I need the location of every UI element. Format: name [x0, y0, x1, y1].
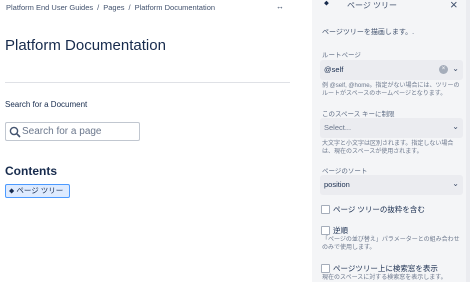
root-page-help: 例 @self, @home。指定がない場合には、ツリーのルートがスペースのホー…	[322, 83, 460, 97]
space-key-label: このスペース キーに制限	[322, 111, 395, 118]
search-box-label: ページツリー上に検索窓を表示	[333, 264, 438, 273]
clear-icon[interactable]: ×	[439, 65, 448, 74]
macro-icon: ⬥	[9, 186, 15, 195]
close-icon[interactable]: ×	[450, 0, 458, 12]
contents-heading: Contents	[5, 164, 57, 178]
sort-label: ページのソート	[322, 168, 368, 175]
search-section-label: Search for a Document	[5, 100, 88, 109]
root-page-select[interactable]: @self × ⌄	[320, 60, 463, 80]
reverse-checkbox[interactable]	[321, 226, 330, 235]
search-icon	[9, 126, 21, 138]
macro-label: ページ ツリー	[16, 186, 64, 195]
root-page-value: @self	[324, 65, 344, 74]
expand-width-icon[interactable]: ↔	[276, 2, 284, 11]
page-title[interactable]: Platform Documentation	[5, 37, 166, 54]
page-tree-macro[interactable]: ⬥ ページ ツリー	[5, 184, 70, 198]
breadcrumb-item-page[interactable]: Platform Documentation	[135, 3, 215, 12]
macro-icon: ⬥	[324, 0, 329, 7]
search-box-help: 現在のスペースに対する検索窓を表示します。	[322, 275, 447, 281]
breadcrumb-item-pages[interactable]: Pages	[103, 3, 124, 12]
reverse-help: 「ページの並び替え」パラメーターとの組み合わせのみで使用します。	[322, 237, 460, 251]
panel-title: ページ ツリー	[347, 1, 398, 10]
breadcrumb: Platform End User Guides / Pages / Platform …	[6, 3, 215, 12]
search-placeholder: Search for a page	[22, 126, 102, 137]
breadcrumb-item-space[interactable]: Platform End User Guides	[6, 3, 93, 12]
divider	[5, 82, 290, 83]
panel-scrollbar[interactable]	[466, 0, 470, 282]
chevron-down-icon: ⌄	[452, 64, 459, 73]
search-box-checkbox[interactable]	[321, 264, 330, 273]
space-key-help: 大文字と小文字は区別されます。指定しない場合は、現在のスペースが使用されます。	[322, 141, 454, 155]
reverse-label: 逆順	[333, 226, 348, 235]
editor-main: Platform End User Guides / Pages / Platform …	[0, 0, 312, 282]
macro-config-panel: ⬥ ページ ツリー × ページツリーを描画します。. ルートページ @self …	[312, 0, 470, 282]
panel-description: ページツリーを描画します。.	[322, 29, 415, 36]
chevron-down-icon: ⌄	[452, 122, 459, 131]
space-key-select[interactable]: Select... ⌄	[320, 118, 463, 138]
search-input[interactable]: Search for a page	[5, 122, 140, 141]
include-excerpt-checkbox[interactable]	[321, 205, 330, 214]
root-page-label: ルートページ	[322, 52, 361, 59]
sort-select[interactable]: position ⌄	[320, 175, 463, 195]
breadcrumb-separator: /	[128, 3, 131, 12]
include-excerpt-label: ページ ツリーの抜粋を含む	[333, 205, 425, 214]
chevron-down-icon: ⌄	[452, 179, 459, 188]
sort-value: position	[324, 180, 350, 189]
space-key-placeholder: Select...	[324, 123, 352, 132]
breadcrumb-separator: /	[97, 3, 100, 12]
